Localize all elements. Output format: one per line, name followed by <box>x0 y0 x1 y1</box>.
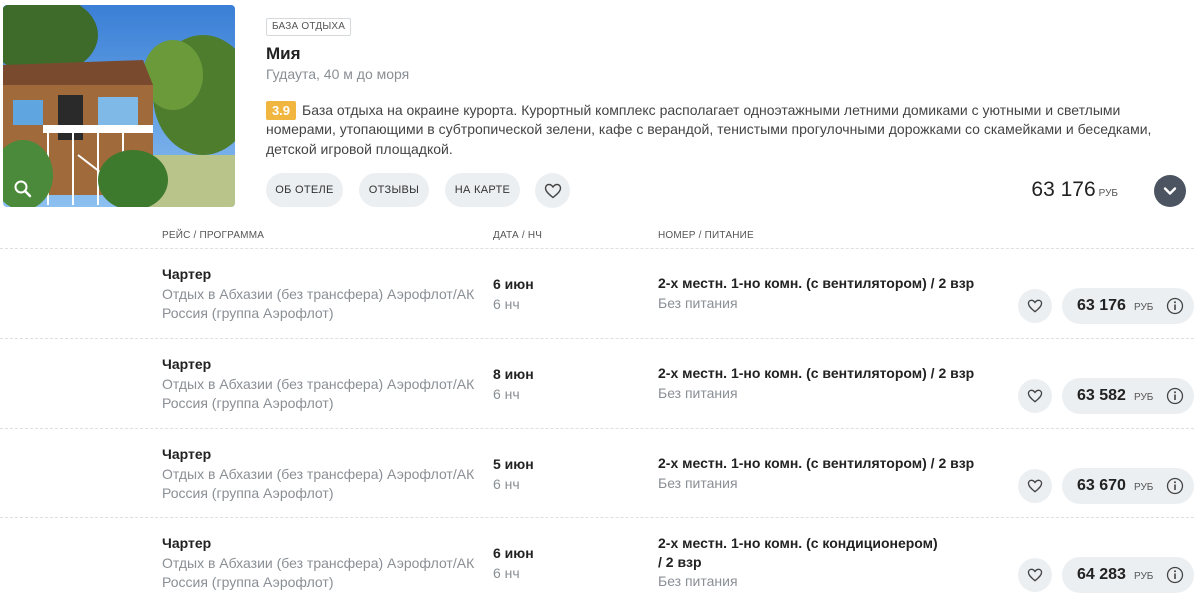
offer-row[interactable]: Чартер Отдых в Абхазии (без трансфера) А… <box>0 339 1200 428</box>
info-icon[interactable] <box>1166 297 1184 315</box>
room-type: 2-х местн. 1-но комн. (с вентилятором) /… <box>658 455 975 471</box>
hotel-price-amount: 63 176 <box>1031 178 1096 201</box>
info-icon[interactable] <box>1166 477 1184 495</box>
info-icon[interactable] <box>1166 566 1184 584</box>
offer-row[interactable]: Чартер Отдых в Абхазии (без трансфера) А… <box>0 518 1200 597</box>
heart-icon <box>1027 389 1043 403</box>
offer-favorite-button[interactable] <box>1018 379 1052 413</box>
room-type: 2-х местн. 1-но комн. (с кондиционером) … <box>658 535 938 571</box>
meal-plan: Без питания <box>658 385 738 401</box>
expand-offers-button[interactable] <box>1154 175 1186 207</box>
nights-count: 6 нч <box>493 476 520 492</box>
departure-date: 6 июн <box>493 545 534 561</box>
hotel-min-price: 63 176 РУБ <box>1031 178 1118 202</box>
hotel-name[interactable]: Мия <box>266 44 301 64</box>
info-icon[interactable] <box>1166 387 1184 405</box>
hotel-location: Гудаута, 40 м до моря <box>266 66 410 82</box>
heart-icon <box>544 183 561 198</box>
program-name: Отдых в Абхазии (без трансфера) Аэрофлот… <box>162 286 475 322</box>
nights-count: 6 нч <box>493 386 520 402</box>
rating-badge: 3.9 <box>266 101 296 120</box>
departure-date: 8 июн <box>493 366 534 382</box>
offer-favorite-button[interactable] <box>1018 558 1052 592</box>
offer-price-amount: 63 670 <box>1077 477 1126 494</box>
nights-count: 6 нч <box>493 565 520 581</box>
hotel-type-badge: БАЗА ОТДЫХА <box>266 18 352 36</box>
reviews-button[interactable]: ОТЗЫВЫ <box>359 173 429 207</box>
search-icon[interactable] <box>13 179 33 199</box>
flight-type: Чартер <box>162 356 212 372</box>
program-name: Отдых в Абхазии (без трансфера) Аэрофлот… <box>162 376 475 412</box>
offer-price-amount: 63 176 <box>1077 297 1126 314</box>
offer-price-button[interactable]: 64 283 РУБ <box>1062 557 1194 593</box>
column-header-room: НОМЕР / ПИТАНИЕ <box>658 230 754 241</box>
offer-price-currency: РУБ <box>1134 392 1154 403</box>
offer-price-button[interactable]: 63 670 РУБ <box>1062 468 1194 504</box>
about-hotel-button[interactable]: ОБ ОТЕЛЕ <box>266 173 343 207</box>
meal-plan: Без питания <box>658 573 738 589</box>
offer-price-amount: 63 582 <box>1077 387 1126 404</box>
flight-type: Чартер <box>162 535 212 551</box>
offer-price-button[interactable]: 63 176 РУБ <box>1062 288 1194 324</box>
offer-favorite-button[interactable] <box>1018 469 1052 503</box>
offer-price-currency: РУБ <box>1134 571 1154 582</box>
hotel-photo-image <box>3 5 235 207</box>
heart-icon <box>1027 299 1043 313</box>
map-button[interactable]: НА КАРТЕ <box>445 173 520 207</box>
heart-icon <box>1027 568 1043 582</box>
heart-icon <box>1027 479 1043 493</box>
program-name: Отдых в Абхазии (без трансфера) Аэрофлот… <box>162 555 475 591</box>
offer-row[interactable]: Чартер Отдых в Абхазии (без трансфера) А… <box>0 249 1200 338</box>
offer-price-button[interactable]: 63 582 РУБ <box>1062 378 1194 414</box>
room-type: 2-х местн. 1-но комн. (с вентилятором) /… <box>658 365 975 381</box>
meal-plan: Без питания <box>658 475 738 491</box>
column-header-date: ДАТА / НЧ <box>493 230 543 241</box>
offer-row[interactable]: Чартер Отдых в Абхазии (без трансфера) А… <box>0 429 1200 518</box>
hotel-price-currency: РУБ <box>1098 188 1118 199</box>
hotel-description: База отдыха на окраине курорта. Курортны… <box>266 102 1152 157</box>
departure-date: 5 июн <box>493 456 534 472</box>
offer-price-currency: РУБ <box>1134 302 1154 313</box>
flight-type: Чартер <box>162 446 212 462</box>
column-header-flight: РЕЙС / ПРОГРАММА <box>162 230 265 241</box>
offer-price-currency: РУБ <box>1134 482 1154 493</box>
program-name: Отдых в Абхазии (без трансфера) Аэрофлот… <box>162 466 475 502</box>
favorite-button[interactable] <box>535 173 570 208</box>
room-type: 2-х местн. 1-но комн. (с вентилятором) /… <box>658 275 975 291</box>
departure-date: 6 июн <box>493 276 534 292</box>
offer-favorite-button[interactable] <box>1018 289 1052 323</box>
chevron-down-icon <box>1163 187 1177 195</box>
hotel-photo[interactable] <box>3 5 235 207</box>
flight-type: Чартер <box>162 266 212 282</box>
nights-count: 6 нч <box>493 296 520 312</box>
offer-price-amount: 64 283 <box>1077 566 1126 583</box>
meal-plan: Без питания <box>658 295 738 311</box>
